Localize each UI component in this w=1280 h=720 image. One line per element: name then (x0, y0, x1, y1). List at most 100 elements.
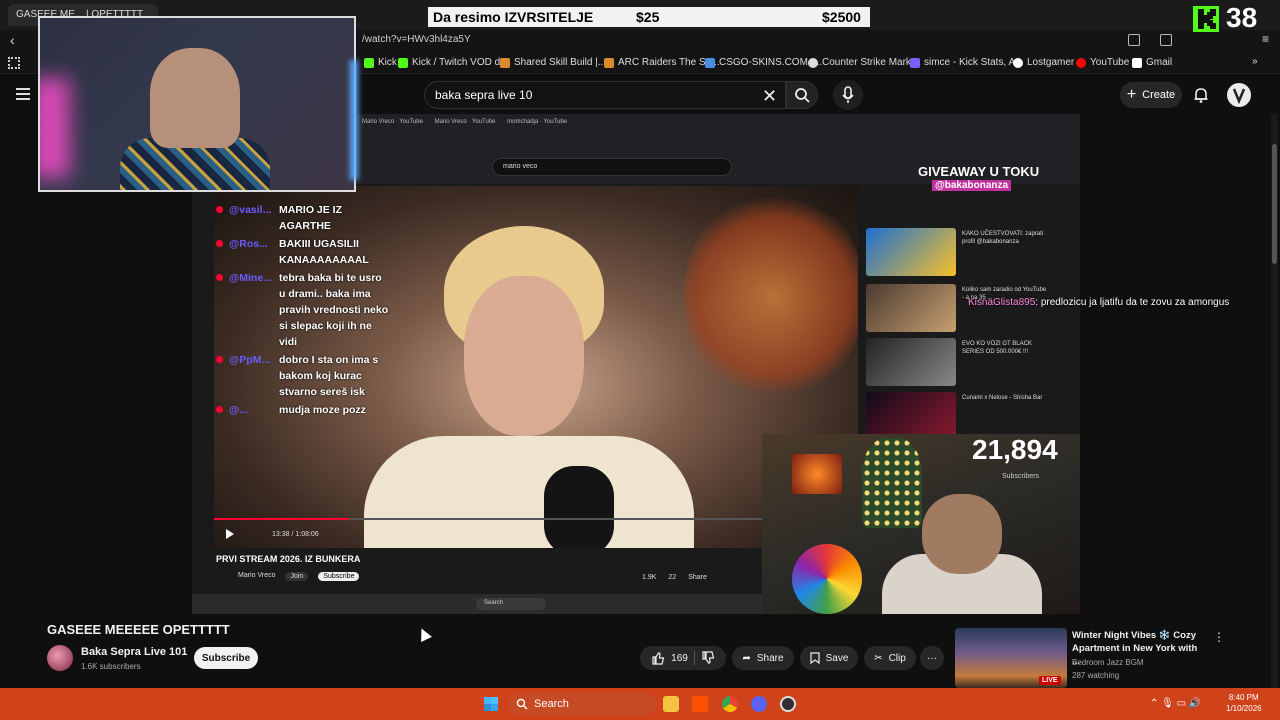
search-input[interactable] (435, 88, 755, 102)
url-text[interactable]: /watch?v=HWv3hl4za5Y (362, 34, 471, 45)
stream-video-title: PRVI STREAM 2026. IZ BUNKERA (216, 554, 361, 564)
more-bookmarks-icon[interactable]: » (1252, 56, 1258, 67)
like-count: 169 (671, 652, 688, 664)
live-badge: LIVE (1039, 676, 1061, 685)
file-explorer-icon[interactable] (663, 696, 679, 712)
microphone-icon (842, 86, 854, 103)
recommended-viewers: 287 watching (1072, 671, 1120, 680)
clear-search-icon[interactable]: ✕ (762, 86, 777, 107)
stream-search-box: mario veco (492, 158, 732, 176)
bookmark-csgo-skins[interactable]: CSGO-SKINS.COM -... (705, 57, 822, 68)
divider (693, 651, 695, 665)
brave-browser-icon[interactable] (692, 696, 708, 712)
thumbs-up-icon[interactable] (651, 651, 665, 665)
discord-icon[interactable] (751, 696, 767, 712)
like-dislike-group[interactable]: 169 (640, 646, 726, 670)
kick-icon (398, 57, 408, 68)
site-icon (500, 57, 510, 68)
bookmark-lostgamer[interactable]: Lostgamer (1013, 57, 1074, 68)
menu-icon[interactable] (16, 88, 30, 100)
stream-browser-tabs: Mario Vreco · YouTube Mario Vreco · YouT… (362, 119, 567, 125)
site-icon (604, 57, 614, 68)
share-icon: ➦ (742, 652, 751, 664)
stream-sidebar: KAKO UČESTVOVATI: zaprati profil @bakabo… (864, 184, 1080, 444)
bookmark-shared-skill[interactable]: Shared Skill Build |... (500, 57, 606, 68)
stream-time: 13:38 / 1:08:06 (272, 531, 319, 538)
extensions-icon[interactable] (1160, 34, 1172, 46)
side-video-title: KAKO UČESTVOVATI: zaprati profil @bakabo… (962, 231, 1044, 245)
menu-dots-icon[interactable]: ≡ (1262, 32, 1269, 46)
youtube-icon (1076, 57, 1086, 68)
windows-start-icon[interactable] (484, 697, 498, 711)
channel-avatar[interactable] (47, 645, 73, 671)
notifications-bell-icon[interactable] (1192, 86, 1210, 109)
streamer-shirt (364, 436, 694, 548)
stream-share: Share (688, 574, 707, 581)
banner-price-low: $25 (636, 9, 660, 25)
streamer-head (922, 494, 1002, 574)
page-scrollbar[interactable] (1271, 114, 1278, 694)
share-button[interactable]: ➦ Share (732, 646, 794, 670)
taskbar-search-label: Search (534, 698, 569, 710)
avatar-logo-icon (1232, 88, 1246, 105)
chrome-icon[interactable] (722, 696, 738, 712)
studio-light (684, 186, 858, 406)
bookmark-youtube[interactable]: YouTube (1076, 57, 1129, 68)
bookmark-simce[interactable]: simce - Kick Stats, A... (910, 57, 1023, 68)
bookmark-gmail[interactable]: Gmail (1132, 57, 1172, 68)
bookmark-arc-raiders[interactable]: ARC Raiders The Sp... (604, 57, 720, 68)
floating-chat-message: KisnaGlista895: predlozicu ja ljatifu da… (968, 297, 1229, 308)
subscriber-label: Subscribers (1002, 473, 1039, 480)
more-actions-button[interactable]: ··· (920, 646, 944, 670)
channel-name[interactable]: Baka Sepra Live 101 (81, 646, 187, 658)
webcam-overlay (38, 16, 356, 192)
side-video-title: Cunami x Nelose - Shisha Bar (962, 395, 1043, 401)
voice-search-button[interactable] (833, 80, 863, 110)
save-label: Save (825, 652, 849, 664)
floating-chat-user: KisnaGlista895 (968, 297, 1036, 308)
create-button[interactable]: + Create (1120, 82, 1182, 108)
subscribe-button[interactable]: Subscribe (194, 647, 258, 669)
search-button[interactable] (786, 81, 818, 109)
stream-video-stats: 1.9K 22 Share (642, 574, 707, 581)
search-box[interactable] (424, 81, 786, 109)
bookmark-kick[interactable]: Kick (364, 57, 397, 68)
gmail-icon (1132, 57, 1142, 68)
clip-label: Clip (888, 652, 906, 664)
side-video-title: EVO KO VOZI GT BLACK SERIES OD 500.000€ … (962, 341, 1032, 355)
youtube-dot-icon (216, 274, 223, 281)
taskbar-search[interactable]: Search (508, 693, 656, 715)
recommended-video[interactable]: LIVE Winter Night Vibes ❄️ Cozy Apartmen… (955, 628, 1225, 688)
clock-time: 8:40 PM (1228, 693, 1259, 702)
create-label: Create (1142, 89, 1176, 101)
thumbs-down-icon[interactable] (701, 651, 715, 665)
scrollbar-thumb[interactable] (1272, 144, 1277, 264)
bookmark-icon[interactable] (1128, 34, 1140, 46)
youtube-dot-icon (216, 356, 223, 363)
side-video-thumb (866, 284, 956, 332)
kick-logo-icon (1193, 6, 1219, 32)
recommended-channel: Bedroom Jazz BGM (1072, 658, 1144, 667)
stream-subscribe-button: Subscribe (318, 572, 360, 581)
giveaway-handle: @bakabonanza (932, 180, 1012, 191)
channel-subscriber-count: 1.6K subscribers (81, 662, 141, 671)
stream-channel-info: Mario Vreco Join Subscribe (238, 572, 360, 581)
tray-icons[interactable]: ⌃ 🎙 ▭ 🔊 (1150, 698, 1201, 709)
taskbar-clock[interactable]: 8:40 PM 1/10/2026 (1226, 692, 1262, 714)
apps-grid-icon[interactable] (8, 57, 20, 69)
banner-text: Da resimo IZVRSITELJE (433, 9, 594, 25)
stream-likes: 1.9K (642, 574, 657, 581)
clip-button[interactable]: ✂ Clip (864, 646, 916, 670)
chat-message: @vasil... MARIO JE IZ AGARTHE (212, 202, 392, 234)
google-icon (1013, 57, 1023, 68)
stream-taskbar: Search (192, 594, 772, 614)
bookmark-kick-vod[interactable]: Kick / Twitch VOD d... (398, 57, 509, 68)
bookmark-counter-strike[interactable]: Counter Strike Mark... (808, 57, 919, 68)
account-avatar[interactable] (1227, 83, 1251, 107)
recommended-menu-icon[interactable]: ⋮ (1213, 630, 1225, 644)
chat-message: @Mine... tebra baka bi te usro u drami.. … (212, 270, 392, 350)
side-video-thumb (866, 338, 956, 386)
obs-icon[interactable] (780, 696, 796, 712)
back-icon[interactable]: ‹ (10, 32, 15, 48)
save-button[interactable]: Save (800, 646, 858, 670)
